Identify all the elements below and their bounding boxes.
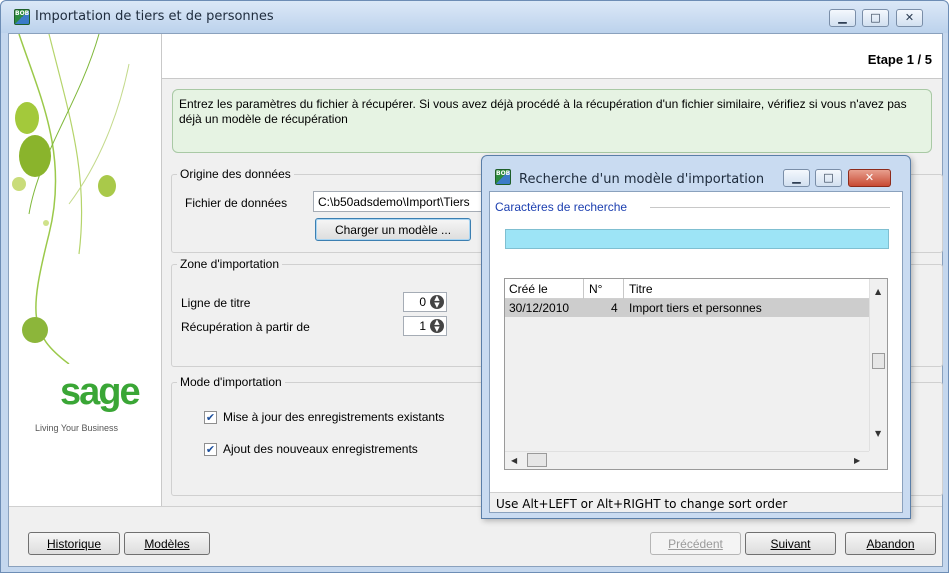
charger-modele-button[interactable]: Charger un modèle ... (315, 218, 471, 241)
scroll-right-icon[interactable]: ▶ (854, 456, 860, 465)
ligne-titre-label: Ligne de titre (181, 296, 251, 310)
sage-logo: sage (60, 371, 141, 413)
column-header-numero[interactable]: N° (589, 282, 602, 296)
table-row[interactable]: 30/12/2010 4 Import tiers et personnes (505, 299, 869, 317)
suivant-button[interactable]: Suivant (745, 532, 836, 555)
recup-stepper[interactable]: 1 ▲ ▼ (403, 316, 447, 336)
window-title: Importation de tiers et de personnes (35, 9, 274, 24)
cell-numero: 4 (611, 301, 618, 315)
dialog-maximize-button[interactable]: □ (815, 169, 842, 187)
step-indicator: Etape 1 / 5 (867, 52, 932, 67)
fichier-label: Fichier de données (185, 196, 288, 210)
hscroll-thumb[interactable] (527, 453, 547, 467)
search-input[interactable] (505, 229, 889, 249)
historique-button[interactable]: Historique (28, 532, 120, 555)
modeles-button[interactable]: Modèles (124, 532, 210, 555)
mode-legend: Mode d'importation (177, 375, 285, 389)
scroll-thumb[interactable] (872, 353, 885, 369)
search-legend: Caractères de recherche (495, 200, 628, 214)
models-grid: Créé le N° Titre 30/12/2010 4 Import tie… (504, 278, 888, 470)
decorative-leaves-image (12, 34, 130, 364)
column-separator (623, 279, 624, 299)
recup-value: 1 (419, 319, 426, 333)
search-model-dialog: BOB Recherche d'un modèle d'importation … (481, 155, 911, 519)
minimize-icon: ▁ (838, 11, 847, 24)
ligne-titre-value: 0 (419, 295, 426, 309)
vertical-scrollbar[interactable]: ▲ ▼ (869, 279, 887, 451)
app-icon: BOB (14, 9, 30, 25)
spin-arrows-icon[interactable]: ▲ ▼ (430, 319, 444, 333)
ajout-label: Ajout des nouveaux enregistrements (223, 442, 418, 456)
dialog-app-icon: BOB (495, 169, 511, 185)
column-header-titre[interactable]: Titre (629, 282, 653, 296)
title-bar[interactable]: BOB Importation de tiers et de personnes… (1, 1, 948, 33)
precedent-button[interactable]: Précédent (650, 532, 741, 555)
abandon-button[interactable]: Abandon (845, 532, 936, 555)
column-separator (583, 279, 584, 299)
close-icon: ✕ (904, 11, 915, 24)
close-icon: ✕ (864, 171, 875, 184)
header-strip: Etape 1 / 5 (162, 34, 942, 79)
ajout-checkbox[interactable]: ✔ (204, 443, 217, 456)
horizontal-scrollbar[interactable]: ◀ ▶ (505, 451, 869, 469)
maximize-icon: □ (870, 11, 881, 24)
scroll-left-icon[interactable]: ◀ (511, 456, 517, 465)
sage-tagline: Living Your Business (35, 423, 119, 433)
ligne-titre-stepper[interactable]: 0 ▲ ▼ (403, 292, 447, 312)
fichier-input[interactable]: C:\b50adsdemo\Import\Tiers (313, 191, 491, 212)
origine-legend: Origine des données (177, 167, 294, 181)
cell-titre: Import tiers et personnes (629, 301, 762, 315)
maj-label: Mise à jour des enregistrements existant… (223, 410, 445, 424)
grid-header: Créé le N° Titre (505, 279, 869, 299)
minimize-icon: ▁ (792, 171, 801, 184)
sidebar: sage Living Your Business (9, 34, 162, 506)
column-header-cree-le[interactable]: Créé le (509, 282, 548, 296)
maj-checkbox[interactable]: ✔ (204, 411, 217, 424)
status-bar: Use Alt+LEFT or Alt+RIGHT to change sort… (490, 492, 902, 512)
dialog-client: Caractères de recherche Créé le N° Titre… (489, 191, 903, 513)
zone-legend: Zone d'importation (177, 257, 283, 271)
spin-arrows-icon[interactable]: ▲ ▼ (430, 295, 444, 309)
scroll-down-icon[interactable]: ▼ (875, 429, 881, 438)
scroll-up-icon[interactable]: ▲ (875, 287, 881, 296)
maximize-icon: □ (823, 171, 834, 184)
close-button[interactable]: ✕ (896, 9, 923, 27)
dialog-close-button[interactable]: ✕ (848, 169, 891, 187)
dialog-minimize-button[interactable]: ▁ (783, 169, 810, 187)
cell-cree-le: 30/12/2010 (509, 301, 570, 315)
maximize-button[interactable]: □ (862, 9, 889, 27)
dialog-title: Recherche d'un modèle d'importation (519, 172, 765, 187)
search-legend-line (650, 207, 890, 208)
minimize-button[interactable]: ▁ (829, 9, 856, 27)
recup-label: Récupération à partir de (181, 320, 310, 334)
info-message: Entrez les paramètres du fichier à récup… (172, 89, 932, 153)
